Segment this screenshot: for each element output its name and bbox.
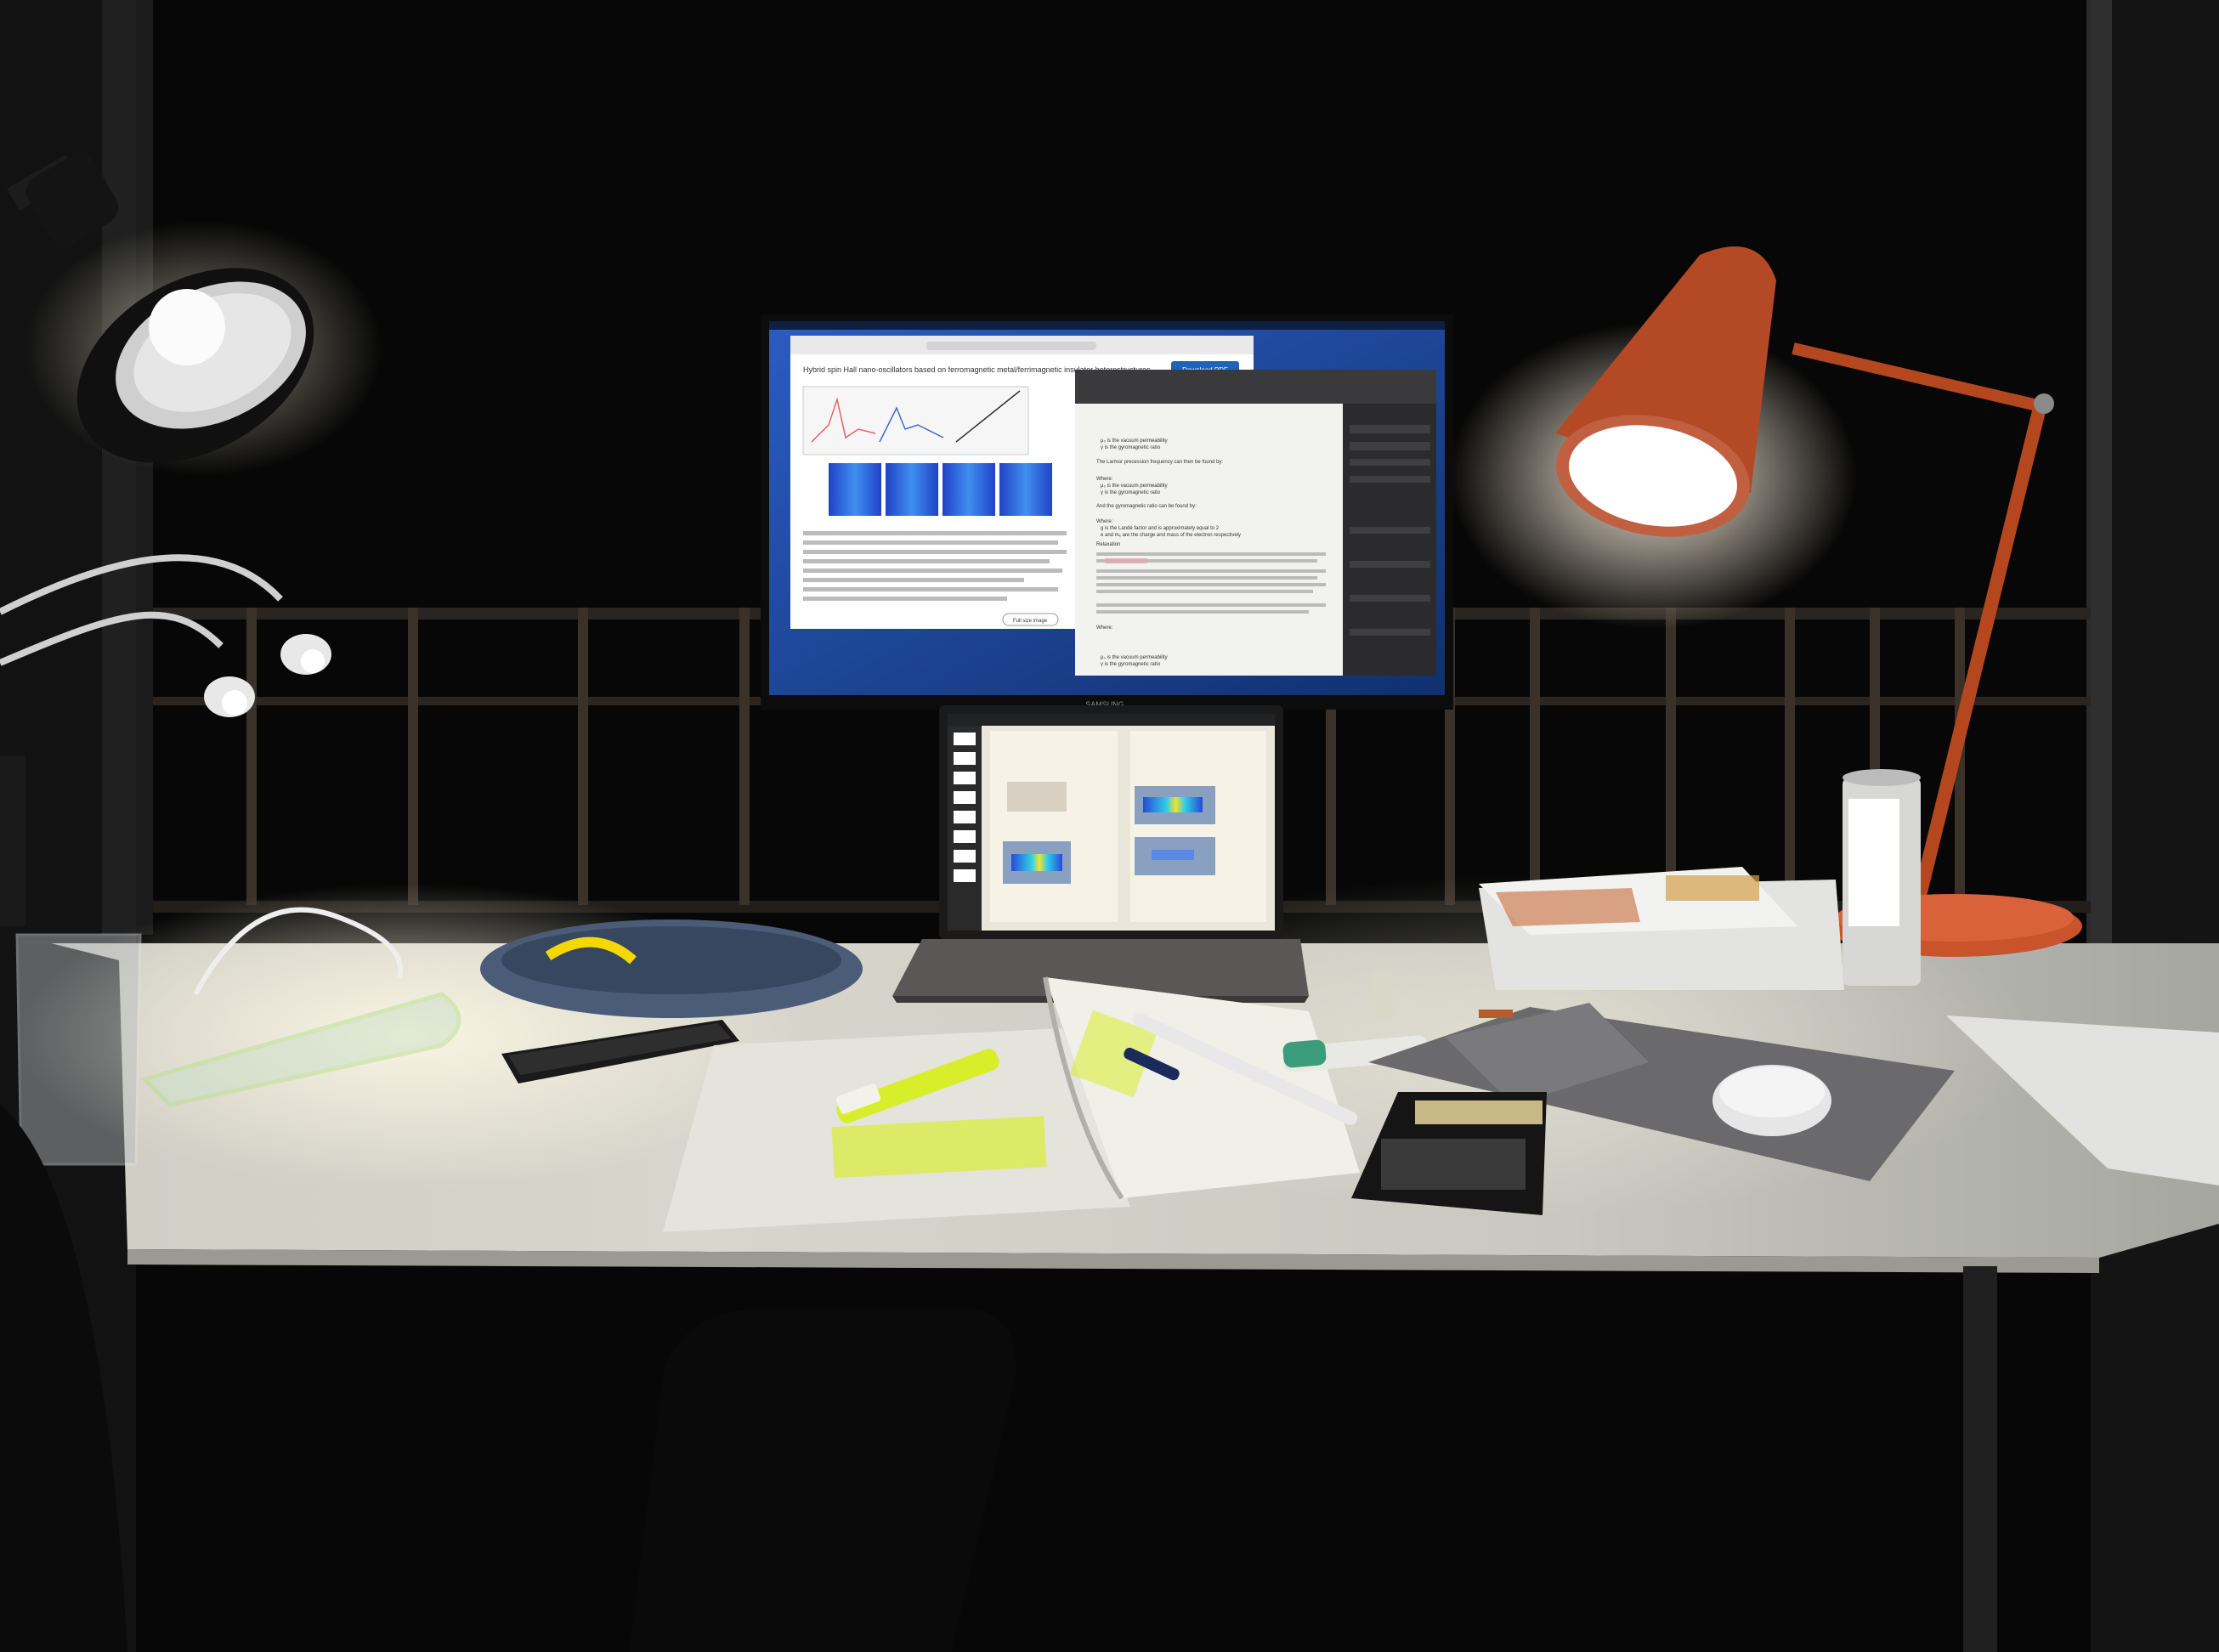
doc-line-11: Where:: [1096, 625, 1113, 631]
laptop: [892, 705, 1309, 1003]
doc-line-0: μ₀ is the vacuum permeability: [1101, 438, 1168, 444]
water-glass: [15, 933, 142, 1166]
doc-line-10: Relaxation: [1096, 542, 1120, 547]
doc-line-13: γ is the gyromagnetic ratio: [1101, 662, 1161, 667]
doc-line-9: e and mₑ are the charge and mass of the …: [1101, 533, 1241, 538]
doc-line-4: μ₀ is the vacuum permeability: [1101, 484, 1168, 489]
desk-scene-photo: SAMSUNG Hybrid spin Hall nano-oscillator…: [0, 0, 2219, 1652]
doc-line-6: And the gyromagnetic ratio can be found …: [1096, 504, 1197, 509]
desk-leg-right: [1963, 1266, 1997, 1652]
office-chair: [629, 1309, 1016, 1652]
document-editor-window: μ₀ is the vacuum permeability γ is the g…: [1075, 370, 1436, 676]
full-size-image-label: Full size image: [1013, 619, 1048, 624]
doc-line-7: Where:: [1096, 519, 1113, 524]
earbuds-case: [1712, 1065, 1831, 1136]
paper-stack: [1479, 867, 1844, 990]
glue-stick: [1373, 969, 1393, 1020]
doc-line-8: g is the Landé factor and is approximate…: [1101, 526, 1220, 531]
doc-line-12: μ₀ is the vacuum permeability: [1101, 655, 1168, 660]
pencil-case: [480, 919, 863, 1018]
gooseneck-led-2: [222, 690, 247, 716]
doc-line-5: γ is the gyromagnetic ratio: [1101, 490, 1161, 495]
gooseneck-led-1: [301, 649, 325, 673]
window-frame-right: [2086, 0, 2112, 977]
doc-line-3: Where:: [1096, 477, 1113, 482]
drink-can: [1843, 769, 1921, 986]
doc-line-2: The Larmor precession frequency can then…: [1096, 460, 1223, 465]
doc-line-1: γ is the gyromagnetic ratio: [1101, 445, 1161, 450]
